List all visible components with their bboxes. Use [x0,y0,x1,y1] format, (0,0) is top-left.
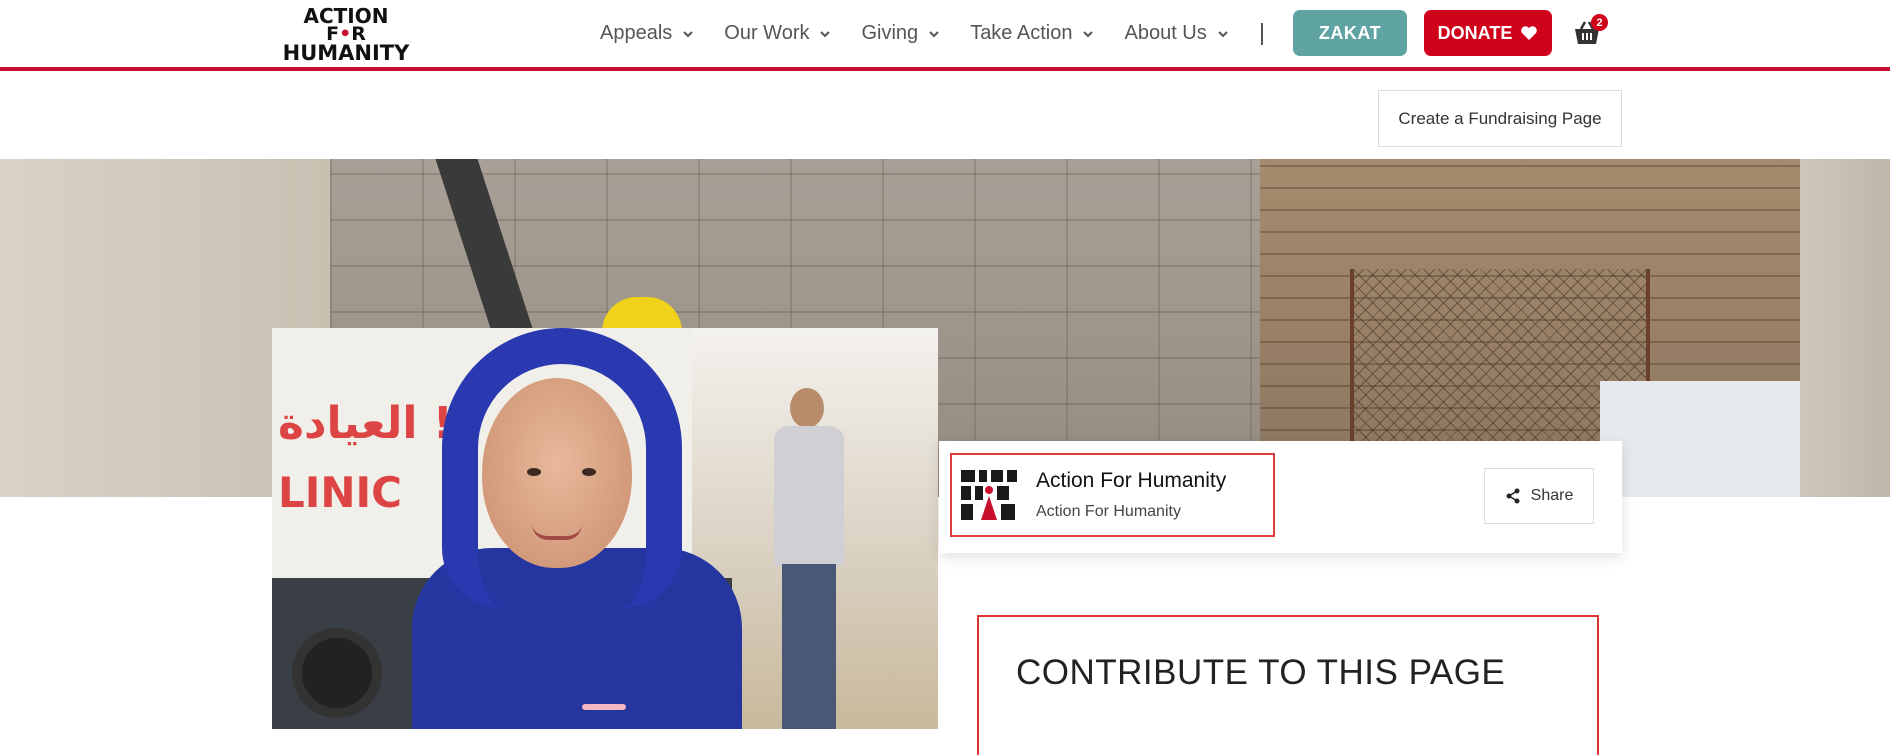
profile-name[interactable]: Action For Humanity [1036,469,1226,493]
hero-generator [1600,381,1800,497]
logo-line-3: HUMANITY [282,41,410,65]
nav-item-take-action[interactable]: Take Action [970,22,1094,45]
create-fundraising-page-button[interactable]: Create a Fundraising Page [1378,90,1622,147]
chevron-down-icon [1218,30,1228,37]
chevron-down-icon [820,30,831,37]
man-torso [774,426,844,566]
zakat-button[interactable]: ZAKAT [1293,10,1407,56]
hero-right-wall [1800,159,1890,497]
contribute-panel: CONTRIBUTE TO THIS PAGE [977,615,1599,755]
main-nav: Appeals Our Work Giving Take Action Abou… [600,0,1283,67]
carousel-indicator[interactable] [582,704,626,710]
campaign-photo: العيادة !! LINIC [272,328,938,729]
site-logo[interactable]: ACTION F•R HUMANITY [281,6,411,65]
nav-item-label: Our Work [724,22,810,44]
profile-avatar [959,466,1019,524]
photo-girl [412,328,742,729]
nav-item-label: About Us [1124,22,1207,44]
nav-item-giving[interactable]: Giving [861,22,940,45]
share-button[interactable]: Share [1484,468,1594,524]
share-label: Share [1530,487,1574,504]
donate-button[interactable]: DONATE [1424,10,1552,56]
nav-item-our-work[interactable]: Our Work [724,22,831,45]
chevron-down-icon [929,30,939,37]
contribute-title: CONTRIBUTE TO THIS PAGE [1016,653,1506,692]
chevron-down-icon [683,30,693,37]
afh-logo-icon [961,470,1017,520]
profile-subtitle: Action For Humanity [1036,503,1181,520]
photo-man [762,388,852,729]
heart-icon [1521,26,1538,40]
donate-label: DONATE [1437,22,1513,43]
nav-item-about-us[interactable]: About Us [1124,22,1228,45]
photo-clinic-sign: LINIC [278,468,402,517]
site-header: ACTION F•R HUMANITY Appeals Our Work Giv… [0,0,1890,71]
nav-item-appeals[interactable]: Appeals [600,22,694,45]
man-legs [782,564,836,729]
chevron-down-icon [1083,30,1094,37]
photo-wheel [292,628,382,718]
nav-item-label: Giving [861,22,919,44]
cart-count-badge: 2 [1591,14,1608,31]
fundraiser-profile-card: Action For Humanity Action For Humanity … [939,441,1622,553]
nav-divider [1260,22,1263,45]
man-head [790,388,824,428]
nav-item-label: Take Action [970,22,1073,44]
nav-item-label: Appeals [600,22,673,44]
girl-hood [442,328,682,608]
share-icon [1506,488,1520,504]
